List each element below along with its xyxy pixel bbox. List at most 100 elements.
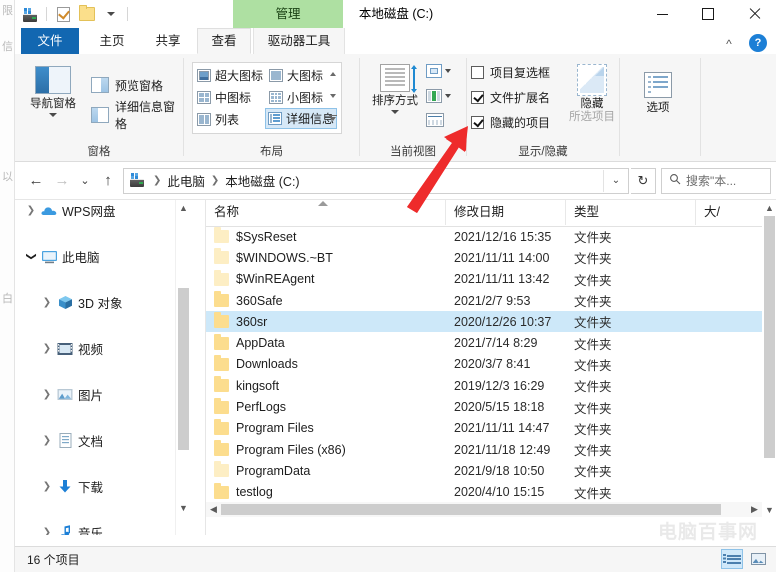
navigation-pane-chevron-down-icon[interactable] [49,113,57,117]
nav-scroll-up-icon[interactable]: ▲ [176,200,191,215]
column-header-size[interactable]: 大/ [696,200,762,225]
table-row[interactable]: $SysReset 2021/12/16 15:35 文件夹 [206,226,762,247]
table-row[interactable]: ProgramData 2021/9/18 10:50 文件夹 [206,460,762,481]
hscroll-thumb[interactable] [221,504,721,515]
search-input[interactable]: 搜索"本... [686,172,736,189]
preview-pane-button[interactable]: 预览窗格 [91,74,163,96]
tab-file[interactable]: 文件 [21,28,79,54]
column-header-date-modified[interactable]: 修改日期 [446,200,566,225]
table-row[interactable]: 360Safe 2021/2/7 9:53 文件夹 [206,290,762,311]
file-list-horizontal-scrollbar[interactable]: ◀ ▶ [206,502,762,517]
forward-button[interactable]: → [49,168,75,194]
address-dropdown-chevron-down-icon[interactable]: ⌄ [603,169,628,192]
sidebar-item-downloads[interactable]: ❯ 下载 [15,476,191,497]
sidebar-item-documents[interactable]: ❯ 文档 [15,430,191,451]
table-row[interactable]: Program Files (x86) 2021/11/18 12:49 文件夹 [206,439,762,460]
sidebar-item-this-pc[interactable]: ❯ 此电脑 [15,246,191,267]
layout-more-icon[interactable] [326,107,339,129]
column-header-name[interactable]: 名称 [206,200,446,225]
layout-extra-large-icons[interactable]: 超大图标 [195,65,265,86]
layout-scroll-up-icon[interactable] [326,63,339,85]
sidebar-item-music[interactable]: ❯ 音乐 [15,522,191,535]
sidebar-item-3d-objects[interactable]: ❯ 3D 对象 [15,292,191,313]
chevron-right-icon[interactable]: ❯ [39,343,55,354]
sort-by-chevron-down-icon[interactable] [391,110,399,114]
tab-home[interactable]: 主页 [85,28,139,54]
table-row[interactable]: 360sr 2020/12/26 10:37 文件夹 [206,311,762,333]
layout-small-icons[interactable]: 小图标 [267,87,325,108]
add-columns-chevron-down-icon[interactable] [445,69,451,73]
tab-share[interactable]: 共享 [141,28,195,54]
hidden-items-option[interactable]: 隐藏的项目 [471,114,550,131]
maximize-button[interactable] [685,0,731,28]
file-scroll-thumb[interactable] [764,216,775,458]
breadcrumb-separator-0[interactable]: ❯ [149,175,165,186]
up-button[interactable]: ↑ [95,168,121,194]
add-columns-button[interactable] [426,64,451,78]
minimize-button[interactable] [639,0,685,28]
table-row[interactable]: PerfLogs 2020/5/15 18:18 文件夹 [206,396,762,417]
table-row[interactable]: $WINDOWS.~BT 2021/11/11 14:00 文件夹 [206,247,762,268]
item-checkboxes-checkbox[interactable] [471,66,484,79]
sort-by-button[interactable]: 排序方式 [366,62,424,114]
table-row[interactable]: $WinREAgent 2021/11/11 13:42 文件夹 [206,269,762,290]
close-button[interactable] [731,0,776,28]
hide-selected-items-button[interactable]: 隐藏 所选项目 [563,62,621,124]
chevron-right-icon[interactable]: ❯ [39,297,55,308]
item-checkboxes-option[interactable]: 项目复选框 [471,64,550,81]
column-header-type[interactable]: 类型 [566,200,696,225]
hidden-items-checkbox[interactable] [471,116,484,129]
file-scroll-up-icon[interactable]: ▲ [762,200,776,215]
table-row[interactable]: AppData 2021/7/14 8:29 文件夹 [206,332,762,353]
refresh-button[interactable]: ↻ [631,167,656,194]
layout-large-icons[interactable]: 大图标 [267,65,325,86]
chevron-down-icon[interactable]: ❯ [26,249,37,265]
chevron-right-icon[interactable]: ❯ [39,481,55,492]
layout-medium-icons[interactable]: 中图标 [195,87,253,108]
details-pane-button[interactable]: 详细信息窗格 [91,100,183,131]
navigation-pane-scrollbar[interactable]: ▲ ▼ [175,200,191,535]
sidebar-item-wps-cloud[interactable]: ❯ WPS网盘 [15,200,191,221]
layout-list[interactable]: 列表 [195,109,241,130]
options-button[interactable]: 选项 [630,68,686,115]
breadcrumb-separator-1[interactable]: ❯ [207,175,223,186]
choose-columns-button[interactable] [426,89,451,103]
hscroll-right-icon[interactable]: ▶ [747,502,762,517]
breadcrumb-local-disk-c[interactable]: 本地磁盘 (C:) [223,171,301,190]
breadcrumb-this-pc[interactable]: 此电脑 [165,171,207,190]
chevron-right-icon[interactable]: ❯ [39,435,55,446]
back-button[interactable]: ← [23,168,49,194]
new-folder-icon[interactable] [76,3,98,25]
tab-drive-tools[interactable]: 驱动器工具 [253,28,345,54]
hscroll-left-icon[interactable]: ◀ [206,502,221,517]
details-view-button[interactable] [721,549,743,569]
table-row[interactable]: kingsoft 2019/12/3 16:29 文件夹 [206,375,762,396]
nav-scroll-down-icon[interactable]: ▼ [176,500,191,515]
drive-icon[interactable] [19,3,41,25]
file-list-scrollbar[interactable]: ▲ ▼ [762,200,776,517]
large-icons-view-button[interactable] [747,549,769,569]
table-row[interactable]: Program Files 2021/11/11 14:47 文件夹 [206,418,762,439]
nav-scroll-thumb[interactable] [178,288,189,450]
customize-qat-chevron-down-icon[interactable] [100,3,122,25]
tab-view[interactable]: 查看 [197,28,251,54]
chevron-right-icon[interactable]: ❯ [39,527,55,535]
file-scroll-down-icon[interactable]: ▼ [762,502,776,517]
properties-icon[interactable] [52,3,74,25]
sidebar-item-videos[interactable]: ❯ 视频 [15,338,191,359]
address-breadcrumb-bar[interactable]: ❯ 此电脑 ❯ 本地磁盘 (C:) ⌄ [123,167,629,194]
collapse-ribbon-chevron-up-icon[interactable]: ^ [719,34,739,54]
file-extensions-checkbox[interactable] [471,91,484,104]
layout-scroll-down-icon[interactable] [326,85,339,107]
help-button[interactable]: ? [749,34,767,52]
chevron-right-icon[interactable]: ❯ [39,389,55,400]
size-all-columns-button[interactable] [426,113,444,127]
recent-locations-chevron-down-icon[interactable]: ⌄ [75,168,95,194]
table-row[interactable]: Downloads 2020/3/7 8:41 文件夹 [206,354,762,375]
sidebar-item-pictures[interactable]: ❯ 图片 [15,384,191,405]
file-extensions-option[interactable]: 文件扩展名 [471,89,550,106]
choose-columns-chevron-down-icon[interactable] [445,94,451,98]
navigation-pane-button[interactable]: 导航窗格 [21,62,85,136]
chevron-right-icon[interactable]: ❯ [23,205,39,216]
table-row[interactable]: testlog 2020/4/10 15:15 文件夹 [206,482,762,503]
